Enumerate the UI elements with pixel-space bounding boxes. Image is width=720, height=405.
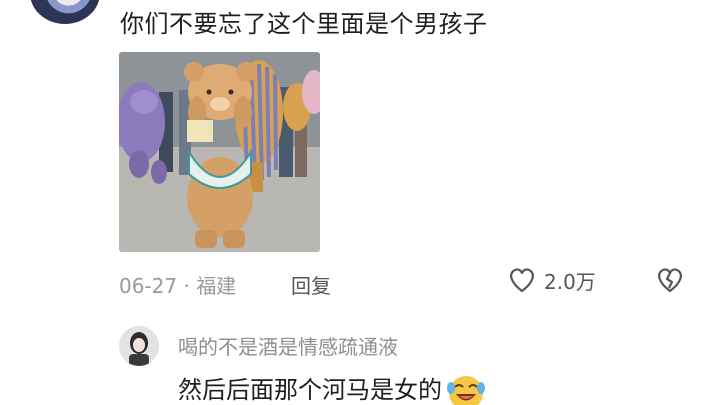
bear-mascot-photo [119, 52, 320, 252]
heart-outline-icon [510, 268, 534, 293]
comment-text: 你们不要忘了这个里面是个男孩子 [120, 10, 488, 38]
like-count: 2.0万 [544, 269, 596, 294]
comment-photo[interactable] [119, 52, 320, 252]
dislike-button[interactable] [654, 264, 686, 300]
comment-date-location: 06-27 · 福建 [119, 274, 237, 298]
reply-button[interactable]: 回复 [291, 270, 331, 299]
avatar-image [119, 326, 159, 366]
broken-heart-icon [658, 268, 682, 293]
reply-text-row: 然后后面那个河马是女的 [178, 370, 486, 405]
like-button[interactable]: 2.0万 [506, 264, 596, 296]
reply-user-avatar[interactable] [119, 326, 159, 366]
commenter-avatar[interactable] [30, 0, 100, 24]
reply-username[interactable]: 喝的不是酒是情感疏通液 [178, 331, 398, 360]
reply-text: 然后后面那个河马是女的 [178, 376, 442, 404]
laughing-crying-emoji [447, 375, 485, 405]
